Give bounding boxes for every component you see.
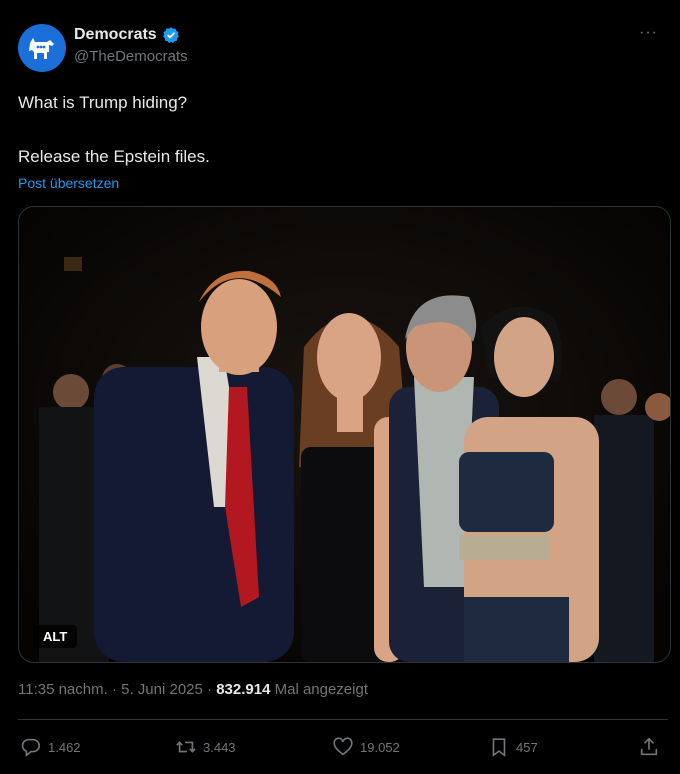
reply-icon xyxy=(21,738,41,757)
divider xyxy=(18,719,668,720)
reply-count: 1.462 xyxy=(48,739,81,755)
tweet-photo[interactable]: ALT xyxy=(18,206,671,663)
bookmark-count: 457 xyxy=(516,739,538,755)
repost-icon xyxy=(176,741,196,753)
meta-separator: · xyxy=(202,681,217,698)
repost-count: 3.443 xyxy=(203,739,236,755)
post-time[interactable]: 11:35 nachm. xyxy=(18,681,108,698)
action-bar: 1.462 3.443 19.052 457 xyxy=(20,736,662,762)
share-button[interactable] xyxy=(638,736,660,758)
alt-text-badge[interactable]: ALT xyxy=(33,625,78,648)
view-count-label: Mal angezeigt xyxy=(270,681,368,698)
view-count: 832.914 xyxy=(216,681,271,698)
tweet-line-2: Release the Epstein files. xyxy=(18,147,210,166)
like-button[interactable]: 19.052 xyxy=(332,736,400,758)
display-name[interactable]: Democrats xyxy=(74,26,157,44)
photo-image xyxy=(19,207,670,662)
heart-icon xyxy=(333,737,353,756)
bookmark-button[interactable]: 457 xyxy=(488,736,538,758)
verified-badge-icon xyxy=(162,26,180,44)
tweet-meta: 11:35 nachm. · 5. Juni 2025 · 832.914 Ma… xyxy=(18,681,368,698)
repost-button[interactable]: 3.443 xyxy=(175,736,236,758)
like-count: 19.052 xyxy=(360,739,400,755)
author-block: Democrats @TheDemocrats xyxy=(74,26,188,65)
author-handle[interactable]: @TheDemocrats xyxy=(74,48,188,65)
more-options-icon[interactable]: ··· xyxy=(639,24,658,42)
reply-button[interactable]: 1.462 xyxy=(20,736,81,758)
avatar[interactable] xyxy=(18,24,66,72)
tweet-header: Democrats @TheDemocrats ··· xyxy=(18,22,666,74)
tweet-line-1: What is Trump hiding? xyxy=(18,93,188,112)
bookmark-icon xyxy=(492,738,506,757)
post-date[interactable]: 5. Juni 2025 xyxy=(121,681,203,698)
share-icon xyxy=(640,737,658,756)
translate-post-link[interactable]: Post übersetzen xyxy=(18,175,119,191)
meta-separator: · xyxy=(107,681,122,698)
donkey-icon xyxy=(29,38,54,59)
